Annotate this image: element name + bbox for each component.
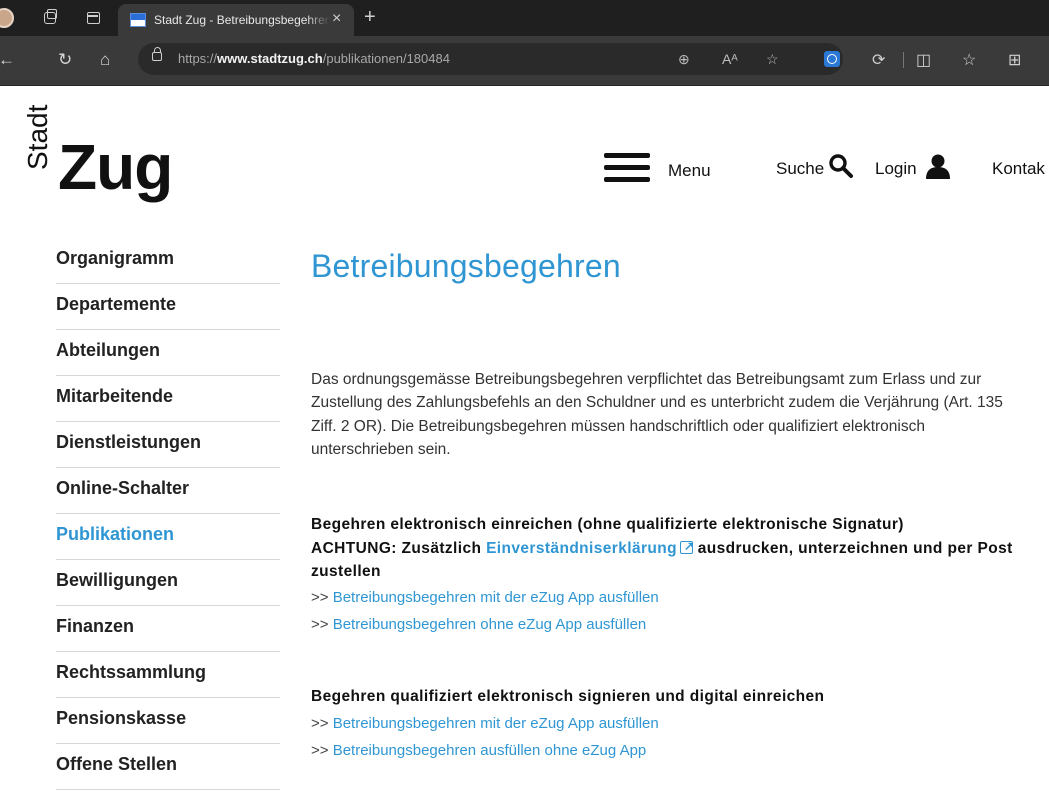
toolbar-divider [903,52,904,68]
sidebar-item-pensionskasse[interactable]: Pensionskasse [56,698,280,744]
logo-zug[interactable]: Zug [58,132,173,202]
back-icon[interactable]: ← [0,50,15,70]
workspaces-icon[interactable] [44,9,57,24]
link-prefix: >> [311,742,333,759]
menu-button[interactable]: Menu [668,161,711,181]
link-ohne-ezug-app[interactable]: Betreibungsbegehren ohne eZug App ausfül… [333,616,647,633]
tab-close-button[interactable]: × [332,10,341,28]
link-prefix: >> [311,715,333,732]
tab-actions-icon[interactable] [87,12,100,24]
external-link-icon[interactable] [680,535,695,558]
read-aloud-icon[interactable]: Aᴬ [722,51,738,67]
browser-tab-bar: Stadt Zug - Betreibungsbegehren × + [0,0,1049,36]
sidebar-item-abteilungen[interactable]: Abteilungen [56,330,280,376]
sidebar-item-bewilligungen[interactable]: Bewilligungen [56,560,280,606]
site-favicon-icon [130,13,146,27]
search-icon[interactable] [828,153,854,179]
sidebar-item-organigramm[interactable]: Organigramm [56,238,280,284]
home-icon[interactable]: ⌂ [100,50,110,70]
contact-button[interactable]: Kontak [992,159,1045,179]
sidebar-item-dienstleistungen[interactable]: Dienstleistungen [56,422,280,468]
extensions-puzzle-icon[interactable]: ⟳ [872,50,885,70]
new-tab-button[interactable]: + [364,6,376,28]
url-text[interactable]: https://www.stadtzug.ch/publikationen/18… [178,51,450,66]
list-item: >> Betreibungsbegehren mit der eZug App … [311,710,1031,737]
search-button[interactable]: Suche [776,159,824,179]
list-item: >> Betreibungsbegehren ausfüllen ohne eZ… [311,737,1031,764]
link-mit-ezug-app[interactable]: Betreibungsbegehren mit der eZug App aus… [333,589,659,606]
browser-toolbar: ← ↻ ⌂ https://www.stadtzug.ch/publikatio… [0,36,1049,86]
section2-heading: Begehren qualifiziert elektronisch signi… [311,688,825,705]
achtung-text: ACHTUNG: Zusätzlich [311,539,487,557]
favorite-star-icon[interactable]: ☆ [766,51,779,68]
link-signed-mit-ezug-app[interactable]: Betreibungsbegehren mit der eZug App aus… [333,715,659,732]
lock-icon[interactable] [152,47,162,61]
page-title: Betreibungsbegehren [311,248,621,284]
sidebar-item-publikationen[interactable]: Publikationen [56,514,280,560]
browser-tab-active[interactable]: Stadt Zug - Betreibungsbegehren × [118,4,354,36]
section-qualified-signature: Begehren qualifiziert elektronisch signi… [311,683,1031,764]
split-screen-icon[interactable]: ◫ [916,50,931,70]
refresh-icon[interactable]: ↻ [58,50,72,70]
intro-paragraph: Das ordnungsgemässe Betreibungsbegehren … [311,371,1003,458]
section1-heading: Begehren elektronisch einreichen (ohne q… [311,516,904,533]
list-item: >> Betreibungsbegehren ohne eZug App aus… [311,611,1031,638]
collections-icon[interactable]: ⊞ [1008,50,1021,70]
logo-stadt-text: Stadt [22,104,53,170]
sidebar-item-departemente[interactable]: Departemente [56,284,280,330]
zoom-icon[interactable]: ⊕ [678,51,690,68]
extension-icon[interactable] [824,51,840,67]
sidebar-item-rechtssammlung[interactable]: Rechtssammlung [56,652,280,698]
profile-avatar[interactable] [0,8,14,28]
sidebar-item-finanzen[interactable]: Finanzen [56,606,280,652]
favorites-icon[interactable]: ☆ [962,50,976,70]
sidebar-item-mitarbeitende[interactable]: Mitarbeitende [56,376,280,422]
sidebar-nav: Organigramm Departemente Abteilungen Mit… [56,238,280,790]
tab-title: Stadt Zug - Betreibungsbegehren [154,13,330,27]
address-bar[interactable]: https://www.stadtzug.ch/publikationen/18… [138,43,843,75]
hamburger-menu-icon[interactable] [604,153,650,183]
section-electronic-submission: Begehren elektronisch einreichen (ohne q… [311,513,1031,638]
login-button[interactable]: Login [875,159,917,179]
link-signed-ohne-ezug-app[interactable]: Betreibungsbegehren ausfüllen ohne eZug … [333,742,647,759]
section1-achtung: ACHTUNG: Zusätzlich Einverständniserklär… [311,535,1031,584]
logo-stadt[interactable]: Stadt [22,92,58,170]
sidebar-item-online-schalter[interactable]: Online-Schalter [56,468,280,514]
user-icon[interactable] [925,153,951,179]
sidebar-item-offene-stellen[interactable]: Offene Stellen [56,744,280,790]
link-prefix: >> [311,588,333,606]
einverstaendnis-link[interactable]: Einverständniserklärung [486,540,677,557]
link-prefix: >> [311,615,333,633]
list-item: >> Betreibungsbegehren mit der eZug App … [311,584,1031,611]
